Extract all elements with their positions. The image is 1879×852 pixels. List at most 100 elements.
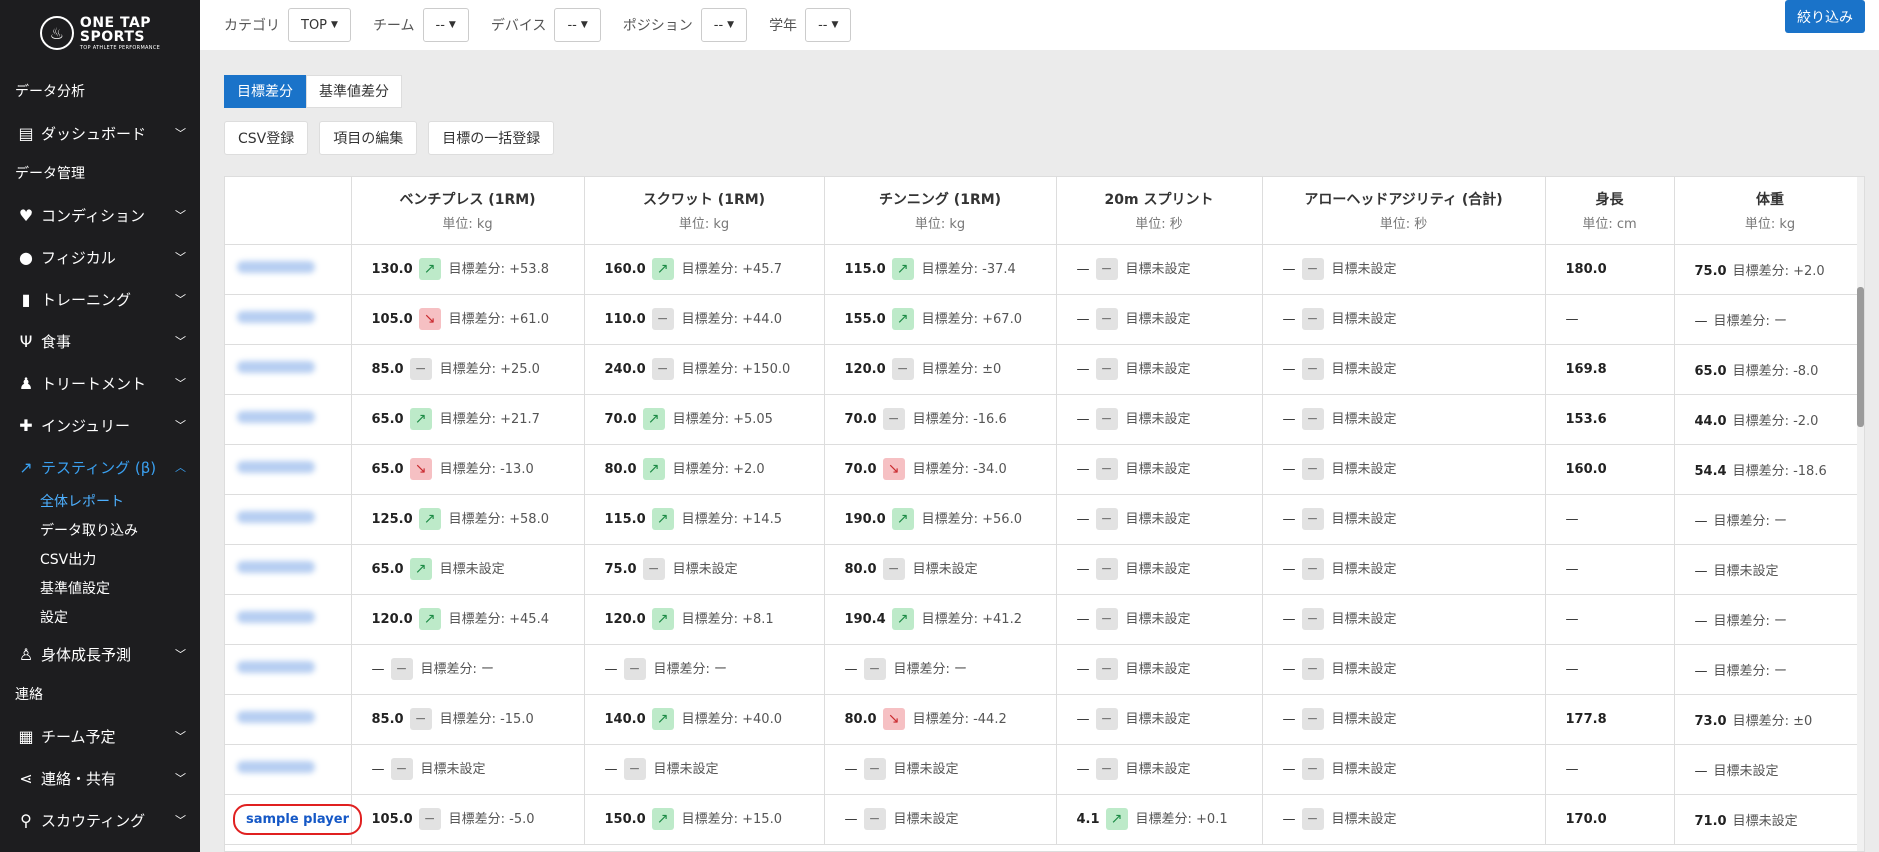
chevron-down-icon[interactable]: ﹀ xyxy=(175,770,186,786)
value-cell: — − 目標未設定 xyxy=(1056,294,1263,345)
submenu-item-3[interactable]: 基準値設定 xyxy=(40,575,200,604)
chevron-down-icon[interactable]: ﹀ xyxy=(175,125,186,141)
value-cell: 153.6 xyxy=(1545,394,1675,445)
column-name: 体重 xyxy=(1756,191,1784,208)
report-table-container: ベンチプレス (1RM) 単位: kg スクワット (1RM) 単位: kg チンニング… xyxy=(224,176,1865,852)
trend-up-icon: ↗ xyxy=(409,558,432,581)
player-cell xyxy=(225,294,352,345)
submenu-item-2[interactable]: CSV出力 xyxy=(40,546,200,575)
target-diff: 目標差分: +67.0 xyxy=(921,311,1022,327)
measured-value: 65.0 xyxy=(371,461,404,477)
value-cell: 170.0 xyxy=(1545,794,1675,845)
target-diff: 目標差分: +2.0 xyxy=(672,461,765,477)
player-name-blurred[interactable] xyxy=(237,611,315,623)
tab-0[interactable]: 目標差分 xyxy=(224,75,306,108)
filter-select-1[interactable]: -- ▼ xyxy=(422,8,469,42)
measured-value: 180.0 xyxy=(1565,261,1607,277)
trend-flat-icon: − xyxy=(863,808,886,831)
empty-dash: — xyxy=(1282,611,1296,627)
sidebar-item-5[interactable]: ▮ トレーニング ﹀ xyxy=(0,278,200,320)
submenu-item-4[interactable]: 設定 xyxy=(40,604,200,633)
apply-filter-button[interactable]: 絞り込み xyxy=(1785,0,1865,33)
empty-dash: — xyxy=(1282,461,1296,477)
trend-down-icon: ↘ xyxy=(882,708,905,731)
submenu-item-0[interactable]: 全体レポート xyxy=(40,488,200,517)
sidebar-item-3[interactable]: ♥ コンディション ﹀ xyxy=(0,194,200,236)
filter-label: チーム xyxy=(372,18,415,34)
player-name-blurred[interactable] xyxy=(237,361,315,373)
filter-select-2[interactable]: -- ▼ xyxy=(554,8,601,42)
chevron-down-icon[interactable]: ﹀ xyxy=(175,375,186,391)
filter-select-3[interactable]: -- ▼ xyxy=(700,8,748,42)
sidebar-item-6[interactable]: Ψ 食事 ﹀ xyxy=(0,320,200,362)
action-button-0[interactable]: CSV登録 xyxy=(224,121,309,155)
column-header-1: スクワット (1RM) 単位: kg xyxy=(584,177,825,245)
player-name-blurred[interactable] xyxy=(237,511,315,523)
empty-dash: — xyxy=(1694,563,1708,579)
filter-select-0[interactable]: TOP ▼ xyxy=(288,8,351,42)
vertical-scrollbar[interactable] xyxy=(1857,177,1864,851)
value-cell: — − 目標未設定 xyxy=(1262,444,1546,495)
chevron-down-icon[interactable]: ﹀ xyxy=(175,812,186,828)
target-diff: 目標差分: ー xyxy=(1713,613,1788,629)
sidebar-item-1[interactable]: ▤ ダッシュボード ﹀ xyxy=(0,112,200,154)
tab-1[interactable]: 基準値差分 xyxy=(306,75,402,108)
scrollbar-thumb[interactable] xyxy=(1857,287,1864,427)
target-diff: 目標未設定 xyxy=(912,561,978,577)
action-button-1[interactable]: 項目の編集 xyxy=(319,121,418,155)
sidebar-item-7[interactable]: ♟ トリートメント ﹀ xyxy=(0,362,200,404)
empty-dash: — xyxy=(1282,311,1296,327)
chevron-down-icon[interactable]: ﹀ xyxy=(175,291,186,307)
chevron-down-icon[interactable]: ﹀ xyxy=(175,207,186,223)
sidebar-item-14[interactable]: ⚲ スカウティング ﹀ xyxy=(0,799,200,841)
player-name-blurred[interactable] xyxy=(237,661,315,673)
sidebar-item-13[interactable]: ⋖ 連絡・共有 ﹀ xyxy=(0,757,200,799)
chevron-down-icon[interactable]: ﹀ xyxy=(175,646,186,662)
target-diff: 目標未設定 xyxy=(1125,761,1191,777)
player-name-blurred[interactable] xyxy=(237,411,315,423)
target-diff: 目標差分: +44.0 xyxy=(681,311,782,327)
chevron-down-icon[interactable]: ﹀ xyxy=(175,249,186,265)
player-name-blurred[interactable] xyxy=(237,711,315,723)
target-diff: 目標未設定 xyxy=(1125,561,1191,577)
player-name-blurred[interactable] xyxy=(237,761,315,773)
measured-value: 73.0 xyxy=(1694,713,1727,729)
submenu-item-1[interactable]: データ取り込み xyxy=(40,517,200,546)
sidebar-item-4[interactable]: ● フィジカル ﹀ xyxy=(0,236,200,278)
value-cell: 150.0 ↗ 目標差分: +15.0 xyxy=(584,794,825,845)
logo[interactable]: ♨ ONE TAP SPORTS TOP ATHLETE PERFORMANCE xyxy=(0,0,200,66)
logo-line1: ONE TAP xyxy=(79,14,152,31)
filter-2: デバイス -- ▼ xyxy=(491,8,601,42)
sidebar-item-9[interactable]: ↗ テスティング (β) ︿ xyxy=(0,446,200,488)
value-cell: — 目標未設定 xyxy=(1674,544,1864,595)
chevron-down-icon[interactable]: ﹀ xyxy=(175,333,186,349)
player-name-link[interactable]: sample player xyxy=(233,803,362,835)
report-table: ベンチプレス (1RM) 単位: kg スクワット (1RM) 単位: kg チンニング… xyxy=(225,177,1864,845)
target-diff: 目標未設定 xyxy=(420,761,486,777)
player-name-blurred[interactable] xyxy=(237,561,315,573)
filter-select-4[interactable]: -- ▼ xyxy=(805,8,852,42)
value-cell: — − 目標未設定 xyxy=(1056,594,1263,645)
chevron-down-icon[interactable]: ﹀ xyxy=(175,417,186,433)
chevron-up-icon[interactable]: ︿ xyxy=(175,459,186,475)
sidebar-item-8[interactable]: ✚ インジュリー ﹀ xyxy=(0,404,200,446)
value-cell: 85.0− 目標差分: -15.0 xyxy=(351,694,585,745)
trend-flat-icon: − xyxy=(1095,608,1118,631)
action-button-2[interactable]: 目標の一括登録 xyxy=(428,121,555,155)
target-diff: 目標未設定 xyxy=(1331,561,1397,577)
chevron-down-icon[interactable]: ﹀ xyxy=(175,728,186,744)
player-name-blurred[interactable] xyxy=(237,311,315,323)
child-icon: ♙ xyxy=(18,644,34,664)
trend-flat-icon: − xyxy=(1095,408,1118,431)
value-cell: — − 目標未設定 xyxy=(1056,244,1263,295)
trend-flat-icon: − xyxy=(1095,758,1118,781)
value-cell: 169.8 xyxy=(1545,344,1675,395)
player-name-blurred[interactable] xyxy=(237,261,315,273)
sidebar-item-12[interactable]: ▦ チーム予定 ﹀ xyxy=(0,715,200,757)
value-cell: — − 目標未設定 xyxy=(1262,644,1546,695)
target-diff: 目標未設定 xyxy=(1331,811,1397,827)
measured-value: 130.0 xyxy=(371,261,413,277)
sidebar-item-10[interactable]: ♙ 身体成長予測 ﹀ xyxy=(0,633,200,675)
player-name-blurred[interactable] xyxy=(237,461,315,473)
share-icon: ⋖ xyxy=(19,768,33,788)
